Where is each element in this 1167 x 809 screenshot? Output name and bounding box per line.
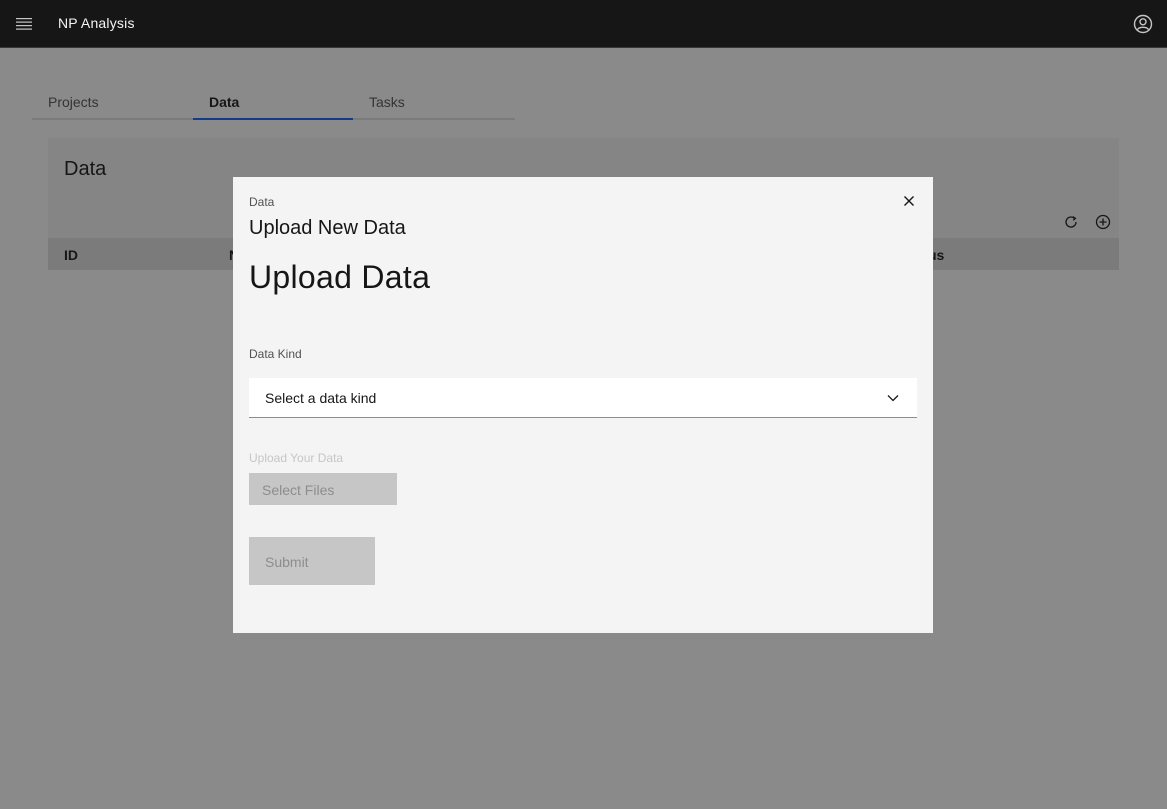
modal-heading: Upload New Data (249, 217, 406, 239)
form-title: Upload Data (249, 259, 431, 295)
upload-data-modal: Data Upload New Data Upload Data Data Ki… (233, 177, 933, 633)
close-button[interactable] (897, 189, 921, 213)
hamburger-menu-icon[interactable] (14, 14, 34, 34)
data-kind-select[interactable]: Select a data kind (249, 378, 917, 418)
app-title[interactable]: NP Analysis (58, 15, 135, 31)
modal-label: Data (249, 195, 275, 209)
upload-data-label: Upload Your Data (249, 451, 344, 465)
chevron-down-icon (885, 390, 901, 406)
data-kind-label: Data Kind (249, 347, 302, 361)
submit-button[interactable]: Submit (249, 537, 375, 585)
close-icon (904, 196, 914, 206)
data-kind-value: Select a data kind (265, 390, 377, 406)
select-files-button[interactable]: Select Files (249, 473, 397, 505)
app-header: NP Analysis (0, 0, 1167, 48)
user-avatar-icon[interactable] (1131, 12, 1155, 36)
